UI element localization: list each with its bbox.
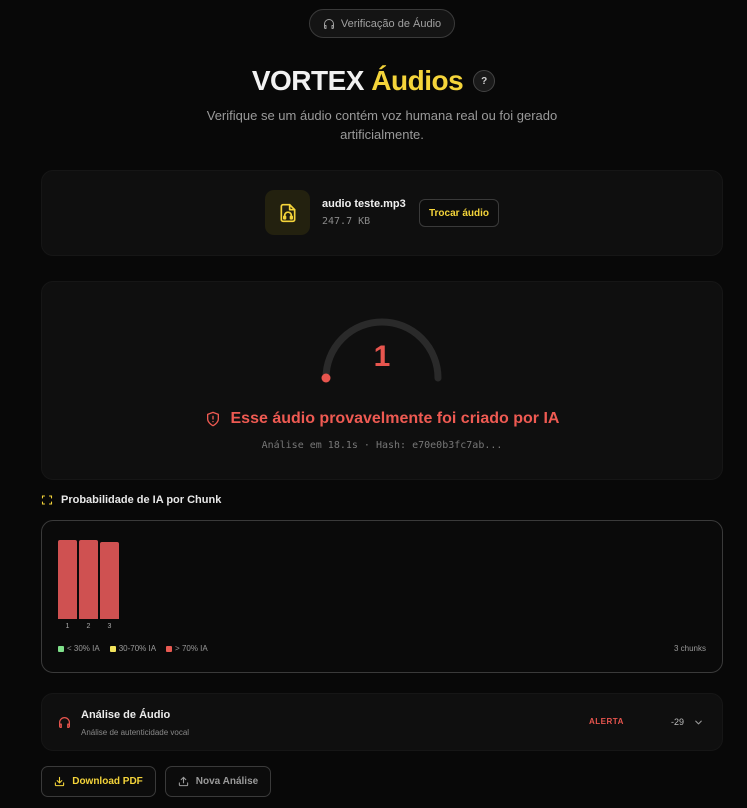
download-pdf-button[interactable]: Download PDF [41, 766, 156, 797]
page-title-row: VORTEX Áudios ? [0, 62, 747, 100]
file-size: 247.7 KB [322, 216, 371, 227]
chunk-heading-label: Probabilidade de IA por Chunk [61, 494, 222, 506]
new-analysis-button[interactable]: Nova Análise [165, 766, 271, 797]
legend-label: > 70% IA [175, 644, 208, 653]
chunk-bar-label: 3 [107, 623, 112, 630]
swap-audio-button[interactable]: Trocar áudio [419, 199, 499, 227]
chevron-down-icon[interactable] [693, 717, 704, 728]
analysis-score: -29 [670, 717, 684, 727]
page-tag-label: Verificação de Áudio [340, 17, 442, 30]
chunk-bar-label: 2 [86, 623, 91, 630]
analysis-meta: Análise em 18.1s · Hash: e70e0b3fc7ab... [261, 440, 503, 451]
legend-swatch [109, 645, 116, 652]
audio-file-icon [280, 203, 295, 222]
legend-label: < 30% IA [67, 644, 100, 653]
file-card [41, 170, 723, 256]
chunk-bar [58, 540, 77, 619]
legend-label: 30-70% IA [118, 644, 157, 653]
legend-item-mid: 30-70% IA [109, 644, 157, 653]
legend-swatch [166, 645, 173, 652]
chunk-heading: Probabilidade de IA por Chunk [41, 494, 221, 506]
upload-icon [178, 776, 188, 787]
legend-item-high: > 70% IA [166, 644, 208, 653]
legend-item-low: < 30% IA [58, 644, 100, 653]
headphones-icon [323, 18, 334, 29]
analysis-subtitle: Análise de autenticidade vocal [81, 728, 190, 737]
verdict: Esse áudio provavelmente foi criado por … [41, 408, 723, 430]
title-brand: VORTEX [251, 65, 365, 96]
scan-icon [41, 495, 53, 505]
verdict-text: Esse áudio provavelmente foi criado por … [230, 410, 560, 427]
title-accent: Áudios [371, 65, 464, 96]
headphones-icon [59, 717, 70, 728]
page-title: VORTEX Áudios [251, 65, 464, 97]
chunk-bar-label: 1 [65, 623, 70, 630]
chunk-bar [100, 542, 119, 619]
analysis-status-badge: ALERTA [589, 717, 624, 726]
gauge-indicator [321, 373, 331, 383]
chart-legend: < 30% IA 30-70% IA > 70% IA [58, 644, 208, 653]
page-tag-pill: Verificação de Áudio [309, 9, 455, 38]
chunks-count: 3 chunks [673, 644, 706, 653]
legend-swatch [58, 645, 64, 652]
download-icon [55, 776, 65, 787]
shield-alert-icon [206, 411, 219, 427]
chunk-bar [79, 540, 98, 619]
page-subtitle: Verifique se um áudio contém voz humana … [206, 108, 558, 142]
new-analysis-label: Nova Análise [195, 776, 259, 787]
file-name: audio teste.mp3 [322, 198, 406, 210]
download-pdf-label: Download PDF [72, 776, 143, 787]
analysis-title: Análise de Áudio [81, 709, 171, 721]
help-button[interactable]: ? [473, 70, 496, 92]
file-icon-box [265, 190, 310, 235]
score-value: 1 [373, 340, 391, 373]
